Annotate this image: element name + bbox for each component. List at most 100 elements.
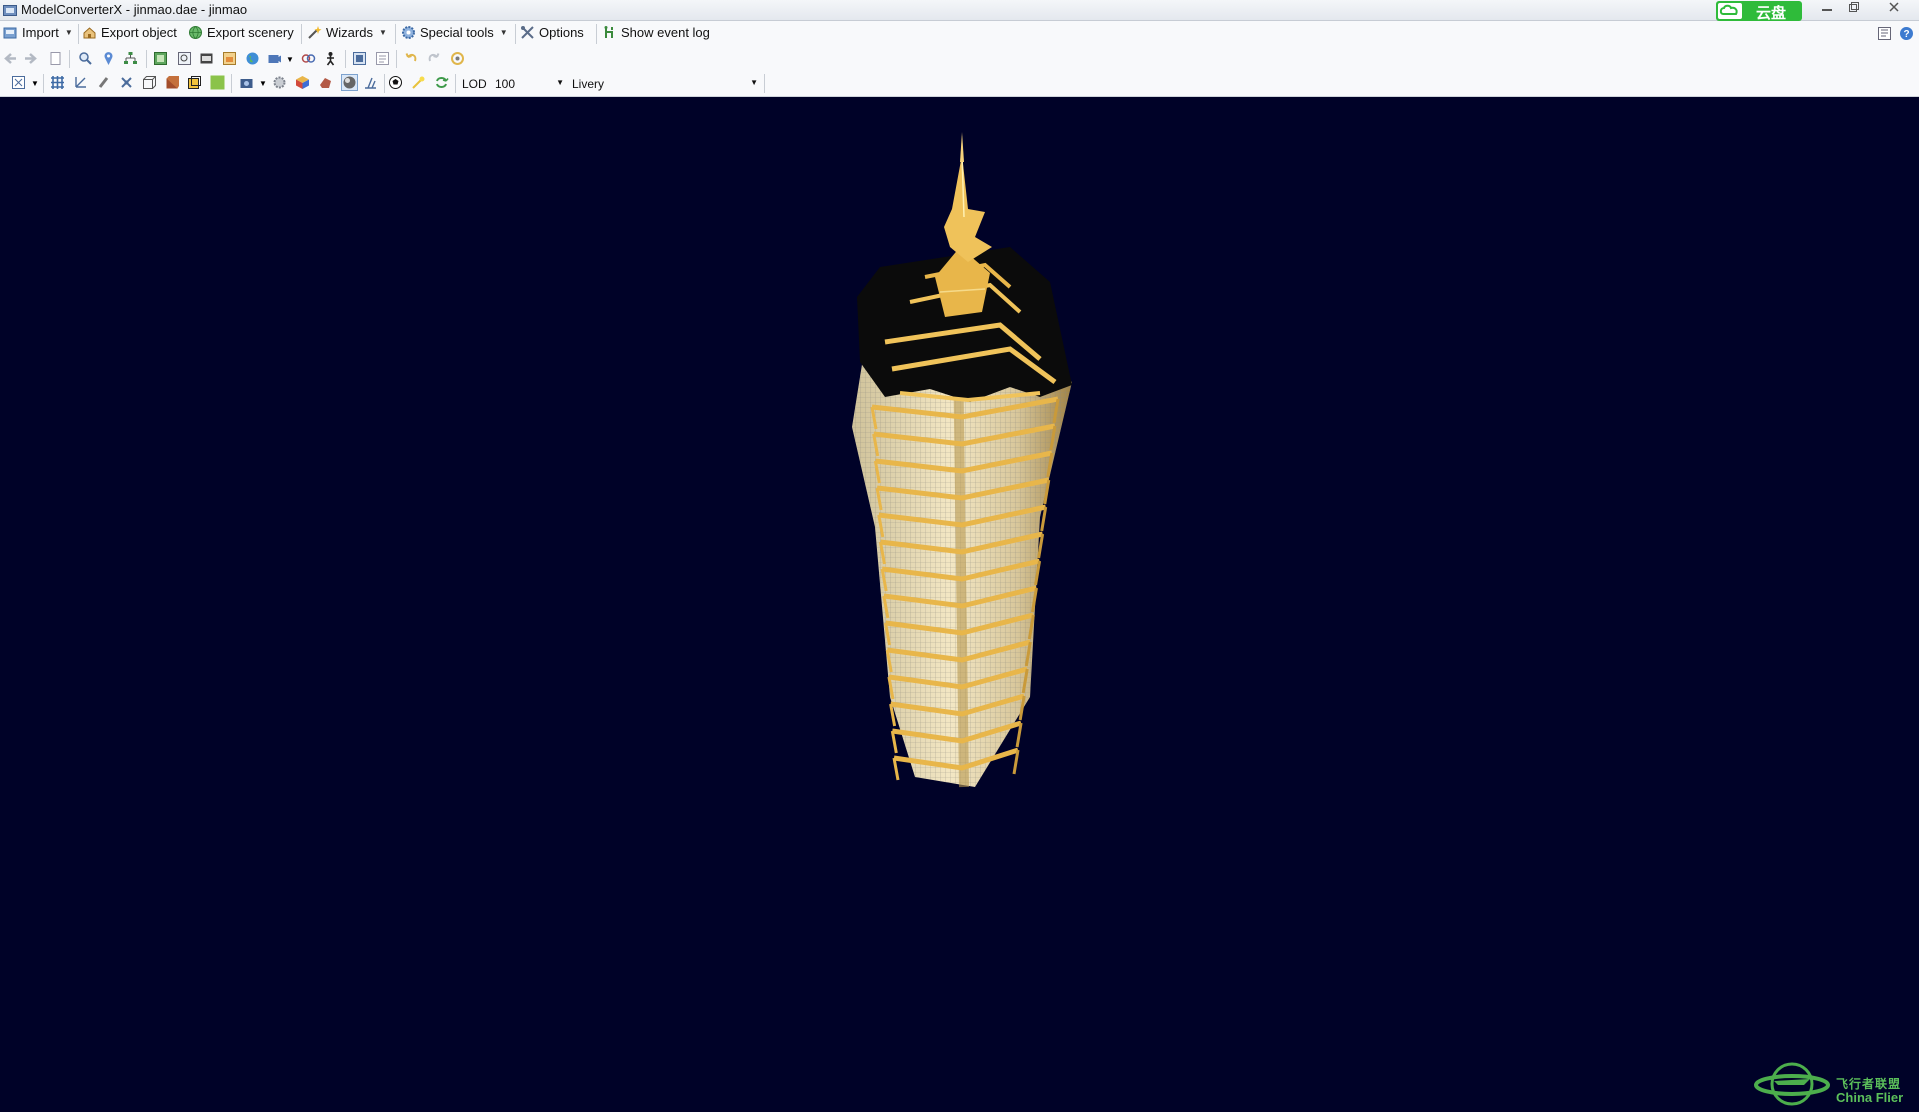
lod-label: LOD <box>462 77 487 91</box>
options-menu[interactable]: Options <box>520 25 584 43</box>
export-object-menu[interactable]: Export object <box>82 25 177 43</box>
toolbar-separator <box>43 74 44 93</box>
band-edge <box>892 757 900 781</box>
image-search-icon[interactable] <box>177 51 192 66</box>
gear-icon <box>401 25 416 40</box>
layout-icon[interactable] <box>1877 26 1892 41</box>
person-icon[interactable] <box>323 51 338 66</box>
texture-map-icon[interactable] <box>153 51 168 66</box>
view-toolbar: ▼ ▼ LOD 100 ▼ Livery ▼ <box>0 71 1919 97</box>
forward-arrow-icon[interactable] <box>23 51 38 66</box>
tower-model <box>852 132 1072 788</box>
minimize-button[interactable] <box>1815 1 1839 17</box>
band-edge <box>1040 506 1048 532</box>
shaded-box-icon[interactable] <box>187 75 202 90</box>
cloud-drive-button[interactable]: 云盘 <box>1716 1 1802 22</box>
menu-separator <box>395 24 396 44</box>
wireframe-box-icon[interactable] <box>142 75 157 90</box>
toolbar-separator <box>396 50 397 68</box>
chevron-down-icon[interactable]: ▼ <box>31 79 39 88</box>
main-toolbar: ▼ <box>0 47 1919 71</box>
menu-bar: Import ▼ Export object Export scenery Wiz… <box>0 21 1919 47</box>
hierarchy-icon[interactable] <box>123 51 138 66</box>
menu-separator <box>301 24 302 44</box>
light-icon[interactable] <box>411 75 426 90</box>
material-sphere-icon[interactable] <box>318 75 333 90</box>
undo-icon[interactable] <box>404 51 419 66</box>
lod-select[interactable]: 100 ▼ <box>492 74 566 92</box>
watermark-en: China Flier <box>1836 1090 1904 1105</box>
app-icon <box>3 4 17 19</box>
render-camera-icon[interactable] <box>239 75 254 90</box>
cog-settings-icon[interactable] <box>272 75 287 90</box>
axes-icon[interactable] <box>73 75 88 90</box>
wand-icon <box>307 25 322 40</box>
attach-icon[interactable] <box>96 75 111 90</box>
close-button[interactable] <box>1882 1 1906 17</box>
zoom-extents-icon[interactable] <box>11 75 26 90</box>
placemark-icon[interactable] <box>101 51 116 66</box>
menu-separator <box>515 24 516 44</box>
toolbar-separator <box>69 50 70 68</box>
export-object-icon <box>82 25 97 40</box>
chevron-down-icon: ▼ <box>499 28 508 37</box>
menu-separator <box>78 24 79 44</box>
chevron-down-icon[interactable]: ▼ <box>259 79 267 88</box>
help-icon[interactable]: ? <box>1899 26 1914 41</box>
title-bar: ModelConverterX - jinmao.dae - jinmao 云盘 <box>0 0 1919 22</box>
restore-button[interactable] <box>1842 1 1866 17</box>
color-cube-icon[interactable] <box>295 75 310 90</box>
special-tools-menu[interactable]: Special tools ▼ <box>401 25 508 43</box>
refresh-icon[interactable] <box>450 51 465 66</box>
toolbar-separator <box>231 74 232 93</box>
film-icon[interactable] <box>199 51 214 66</box>
livery-value: Livery <box>572 77 605 91</box>
properties-icon[interactable] <box>375 51 390 66</box>
toolbar-separator <box>146 50 147 68</box>
screenshot-icon[interactable] <box>352 51 367 66</box>
grid-icon[interactable] <box>50 75 65 90</box>
cloud-icon <box>1718 3 1742 19</box>
material-icon[interactable] <box>222 51 237 66</box>
ground-plane-icon[interactable] <box>210 75 225 90</box>
show-event-log-menu[interactable]: Show event log <box>602 25 710 43</box>
chevron-down-icon[interactable]: ▼ <box>556 78 564 87</box>
log-icon <box>602 25 617 40</box>
chevron-down-icon[interactable]: ▼ <box>750 78 758 87</box>
zoom-icon[interactable] <box>78 51 93 66</box>
toolbar-separator <box>455 74 456 93</box>
cloud-label: 云盘 <box>1756 5 1787 22</box>
lod-value: 100 <box>495 77 516 91</box>
wizards-menu[interactable]: Wizards ▼ <box>307 25 387 43</box>
soccer-ball-icon[interactable] <box>388 75 403 90</box>
toolbar-separator <box>384 74 385 93</box>
sphere-view-icon[interactable] <box>341 74 358 91</box>
chevron-down-icon: ▼ <box>378 28 387 37</box>
redo-icon[interactable] <box>426 51 441 66</box>
menu-separator <box>596 24 597 44</box>
sync-icon[interactable] <box>434 75 449 90</box>
3d-viewport[interactable]: 飞行者联盟 China Flier <box>0 97 1919 1106</box>
new-document-icon[interactable] <box>48 51 63 66</box>
import-menu[interactable]: Import ▼ <box>3 25 73 43</box>
import-icon <box>3 25 18 40</box>
tools-icon <box>520 25 535 40</box>
toolbar-separator <box>764 74 765 93</box>
normals-icon[interactable] <box>363 75 378 90</box>
band-edge <box>890 730 898 754</box>
textured-box-icon[interactable] <box>165 75 180 90</box>
globe-icon <box>188 25 203 40</box>
svg-text:?: ? <box>1903 29 1909 40</box>
toolbar-separator <box>345 50 346 68</box>
band-edge <box>1037 533 1045 559</box>
link-icon[interactable] <box>301 51 316 66</box>
livery-select[interactable]: Livery ▼ <box>569 74 761 92</box>
export-scenery-menu[interactable]: Export scenery <box>188 25 294 43</box>
camera-icon[interactable] <box>267 51 282 66</box>
chevron-down-icon: ▼ <box>64 28 73 37</box>
earth-icon[interactable] <box>245 51 260 66</box>
bones-icon[interactable] <box>119 75 134 90</box>
window-title: ModelConverterX - jinmao.dae - jinmao <box>21 2 248 17</box>
back-arrow-icon[interactable] <box>3 51 18 66</box>
chevron-down-icon[interactable]: ▼ <box>286 55 294 64</box>
